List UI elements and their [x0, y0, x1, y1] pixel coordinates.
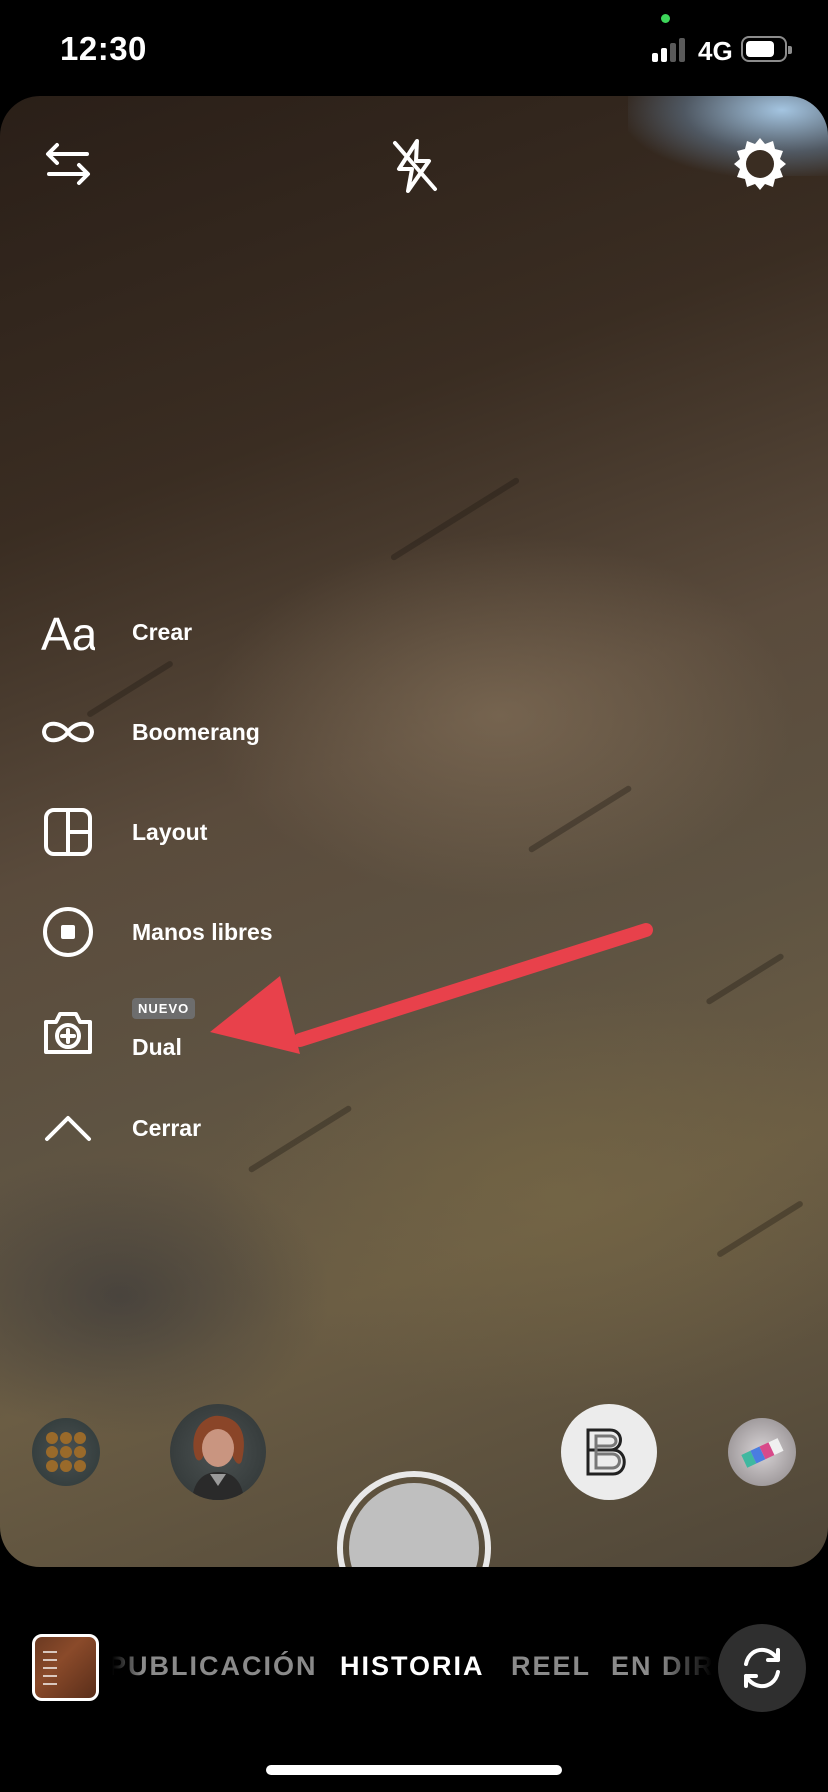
home-indicator [266, 1765, 562, 1775]
flash-off-icon[interactable] [382, 134, 446, 198]
switch-arrows-icon[interactable] [36, 132, 100, 196]
menu-item-layout[interactable]: Layout [38, 800, 207, 864]
menu-item-cerrar[interactable]: Cerrar [38, 1096, 201, 1160]
menu-item-label: Dual [132, 1034, 182, 1060]
menu-item-boomerang[interactable]: Boomerang [38, 700, 260, 764]
hands-free-stop-icon [38, 902, 98, 962]
chevron-up-icon [38, 1098, 98, 1158]
tab-historia[interactable]: HISTORIA [340, 1651, 485, 1682]
menu-item-label: Layout [132, 818, 208, 845]
text-aa-icon: Aa [38, 602, 98, 662]
layout-grid-icon [38, 802, 98, 862]
annotation-arrow [210, 923, 653, 1054]
status-time: 12:30 [60, 30, 147, 67]
tab-reel[interactable]: REEL [511, 1651, 591, 1682]
menu-item-label: Crear [132, 618, 193, 645]
tab-publicacion[interactable]: PUBLICACIÓN [112, 1651, 318, 1682]
menu-item-label: Boomerang [132, 718, 260, 745]
privacy-indicator-dot [661, 14, 670, 23]
flip-camera-button[interactable] [718, 1624, 806, 1712]
mode-tabs: PUBLICACIÓN HISTORIA REEL EN DIRECTO [112, 1645, 712, 1695]
avatar-face-icon [192, 1415, 244, 1500]
cellular-signal-icon [652, 38, 688, 62]
menu-item-dual[interactable]: NUEVO Dual [38, 998, 196, 1064]
svg-text:Aa: Aa [41, 608, 95, 658]
infinity-icon [38, 702, 98, 762]
dot-grid-icon [46, 1432, 86, 1472]
b-logo-effect[interactable] [561, 1404, 657, 1500]
menu-item-label: Cerrar [132, 1114, 202, 1141]
menu-item-manos-libres[interactable]: Manos libres [38, 900, 273, 964]
avatar-effect[interactable] [170, 1404, 266, 1500]
camera-viewfinder[interactable]: Aa Crear Boomerang Layout Manos libres N… [0, 96, 828, 1567]
shutter-button[interactable] [337, 1471, 491, 1567]
grid-effect[interactable] [32, 1418, 100, 1486]
status-bar: 12:30 4G [0, 0, 828, 96]
dual-camera-icon [38, 1002, 98, 1062]
settings-gear-icon[interactable] [728, 132, 792, 196]
prism-effect[interactable] [728, 1418, 796, 1486]
b-letter-icon [586, 1428, 626, 1476]
gallery-thumbnail[interactable] [32, 1634, 99, 1701]
battery-icon [741, 36, 792, 62]
prism-icon [741, 1438, 784, 1468]
new-badge: NUEVO [132, 998, 196, 1019]
menu-item-crear[interactable]: Aa Crear [38, 600, 192, 664]
flip-camera-icon [744, 1647, 780, 1689]
network-type: 4G [698, 36, 733, 66]
